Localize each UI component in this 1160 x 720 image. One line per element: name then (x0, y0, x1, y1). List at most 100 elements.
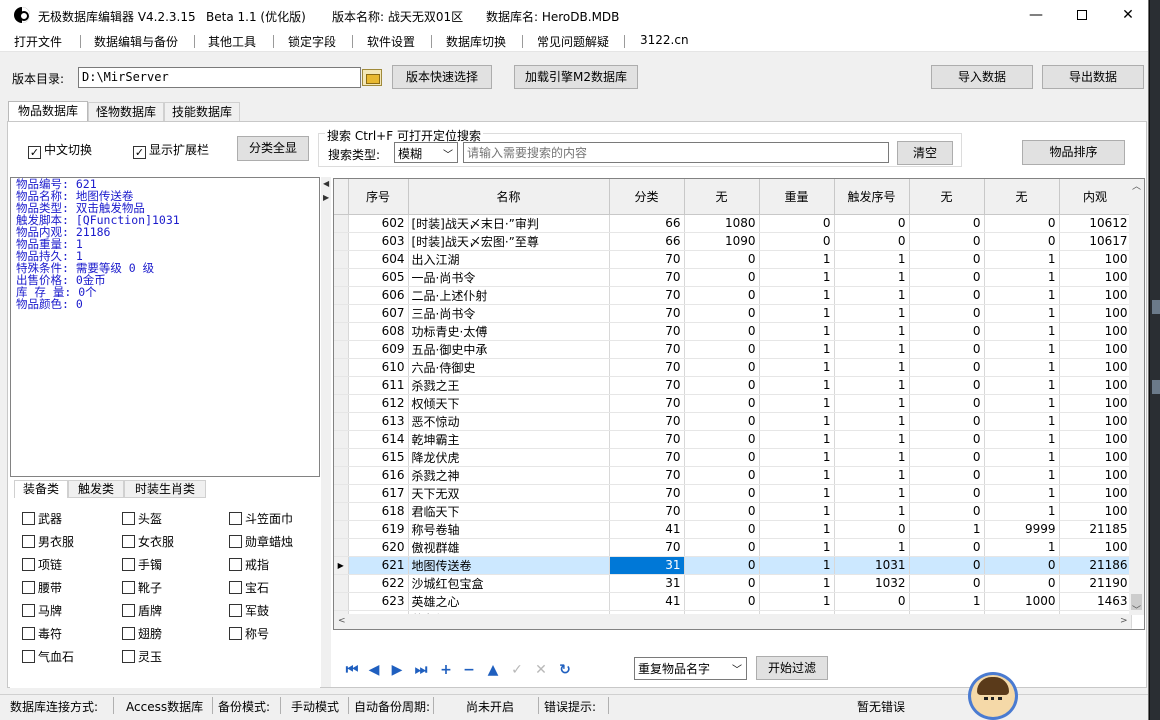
table-cell[interactable]: 1 (759, 376, 835, 395)
row-indicator[interactable] (334, 430, 349, 449)
menu-open-file[interactable]: 打开文件 (14, 33, 62, 50)
row-indicator[interactable] (334, 376, 349, 395)
table-cell[interactable]: 二品·上述仆射 (408, 286, 610, 305)
table-cell[interactable]: 41 (609, 520, 685, 539)
last-record-icon[interactable]: ⏭ (412, 661, 430, 679)
search-input[interactable] (463, 142, 889, 163)
table-cell[interactable]: 0 (684, 394, 760, 413)
category-checkbox[interactable]: 翅膀 (122, 625, 162, 642)
table-cell[interactable]: 616 (348, 466, 409, 485)
table-cell[interactable]: 天下无双 (408, 484, 610, 503)
row-indicator[interactable] (334, 592, 349, 611)
table-cell[interactable]: 619 (348, 520, 409, 539)
table-cell[interactable]: 1 (834, 430, 910, 449)
table-cell[interactable]: 杀戮之神 (408, 466, 610, 485)
row-indicator[interactable] (334, 484, 349, 503)
table-cell[interactable]: 0 (984, 232, 1060, 251)
collapse-left-icon[interactable]: ◀ (323, 179, 329, 188)
column-header[interactable]: 触发序号 (834, 179, 910, 215)
table-cell[interactable]: 0 (684, 538, 760, 557)
row-indicator[interactable] (334, 466, 349, 485)
table-cell[interactable]: 0 (759, 232, 835, 251)
table-cell[interactable]: 0 (909, 430, 985, 449)
table-cell[interactable]: 1 (759, 520, 835, 539)
table-cell[interactable]: 0 (684, 448, 760, 467)
table-cell[interactable]: 70 (609, 538, 685, 557)
table-cell[interactable]: 70 (609, 484, 685, 503)
row-indicator[interactable] (334, 268, 349, 287)
table-row[interactable]: 606 二品·上述仆射 70 0 1 1 0 1 100 (334, 286, 1132, 305)
scroll-right-icon[interactable]: > (1120, 616, 1128, 626)
table-cell[interactable]: 100 (1059, 538, 1132, 557)
table-cell[interactable]: 1 (759, 448, 835, 467)
table-cell[interactable]: 0 (909, 376, 985, 395)
table-cell[interactable]: 0 (909, 232, 985, 251)
category-checkbox[interactable]: 气血石 (22, 648, 74, 665)
table-cell[interactable]: 1 (984, 340, 1060, 359)
table-cell[interactable]: 1 (984, 304, 1060, 323)
table-cell[interactable]: 1 (984, 250, 1060, 269)
table-cell[interactable]: 1463 (1059, 592, 1132, 611)
row-indicator[interactable] (334, 538, 349, 557)
row-indicator[interactable] (334, 286, 349, 305)
table-cell[interactable]: 1031 (834, 556, 910, 575)
table-cell[interactable]: 1 (909, 592, 985, 611)
table-cell[interactable]: 1 (834, 466, 910, 485)
table-row[interactable]: 617 天下无双 70 0 1 1 0 1 100 (334, 484, 1132, 503)
table-cell[interactable]: 0 (984, 574, 1060, 593)
table-cell[interactable]: 1 (759, 430, 835, 449)
cancel-edit-icon[interactable]: ✕ (532, 661, 550, 679)
export-button[interactable]: 导出数据 (1042, 65, 1144, 89)
column-header[interactable]: 分类 (609, 179, 685, 215)
table-cell[interactable]: 1 (834, 304, 910, 323)
table-cell[interactable]: 70 (609, 466, 685, 485)
chinese-toggle-checkbox[interactable]: ✓ 中文切换 (28, 141, 92, 159)
table-cell[interactable]: 1 (834, 484, 910, 503)
tab-skills[interactable]: 技能数据库 (164, 102, 240, 122)
table-row[interactable]: 608 功标青史·太傅 70 0 1 1 0 1 100 (334, 322, 1132, 341)
row-indicator[interactable] (334, 232, 349, 251)
panel-splitter[interactable]: ◀ ▶ (321, 177, 331, 687)
table-cell[interactable]: 100 (1059, 268, 1132, 287)
row-indicator[interactable] (334, 412, 349, 431)
table-cell[interactable]: 0 (684, 592, 760, 611)
table-cell[interactable]: 0 (684, 358, 760, 377)
table-cell[interactable]: 0 (909, 322, 985, 341)
table-cell[interactable]: 100 (1059, 448, 1132, 467)
table-cell[interactable]: 70 (609, 376, 685, 395)
minimize-button[interactable]: — (1013, 0, 1059, 30)
category-checkbox[interactable]: 盾牌 (122, 602, 162, 619)
row-indicator[interactable] (334, 358, 349, 377)
table-cell[interactable]: 602 (348, 214, 409, 233)
scroll-up-icon[interactable]: ︿ (1132, 179, 1141, 192)
table-cell[interactable]: 100 (1059, 484, 1132, 503)
category-checkbox[interactable]: 灵玉 (122, 648, 162, 665)
table-cell[interactable]: 1 (759, 304, 835, 323)
table-cell[interactable]: 1 (759, 322, 835, 341)
category-checkbox[interactable]: 头盔 (122, 510, 162, 527)
table-cell[interactable]: 0 (759, 214, 835, 233)
quick-select-button[interactable]: 版本快速选择 (392, 65, 492, 89)
table-cell[interactable]: 0 (834, 520, 910, 539)
category-checkbox[interactable]: 靴子 (122, 579, 162, 596)
table-cell[interactable]: 607 (348, 304, 409, 323)
table-cell[interactable]: 功标青史·太傅 (408, 322, 610, 341)
table-cell[interactable]: 恶不惊动 (408, 412, 610, 431)
load-engine-button[interactable]: 加载引擎M2数据库 (514, 65, 638, 89)
close-button[interactable]: ✕ (1105, 0, 1148, 30)
table-cell[interactable]: 1 (759, 268, 835, 287)
table-row[interactable]: 613 恶不惊动 70 0 1 1 0 1 100 (334, 412, 1132, 431)
column-header[interactable]: 内观 (1059, 179, 1132, 215)
tab-trigger[interactable]: 触发类 (68, 480, 124, 498)
table-cell[interactable]: 41 (609, 592, 685, 611)
table-cell[interactable]: 0 (684, 340, 760, 359)
table-cell[interactable]: 618 (348, 502, 409, 521)
search-type-select[interactable]: 模糊 ﹀ (394, 142, 458, 163)
table-cell[interactable]: 1 (984, 358, 1060, 377)
table-cell[interactable]: 0 (909, 466, 985, 485)
table-cell[interactable]: [时装]战天〆末日·”审判 (408, 214, 610, 233)
category-checkbox[interactable]: 军鼓 (229, 602, 269, 619)
table-cell[interactable]: 70 (609, 250, 685, 269)
table-cell[interactable]: 608 (348, 322, 409, 341)
table-cell[interactable]: 70 (609, 322, 685, 341)
